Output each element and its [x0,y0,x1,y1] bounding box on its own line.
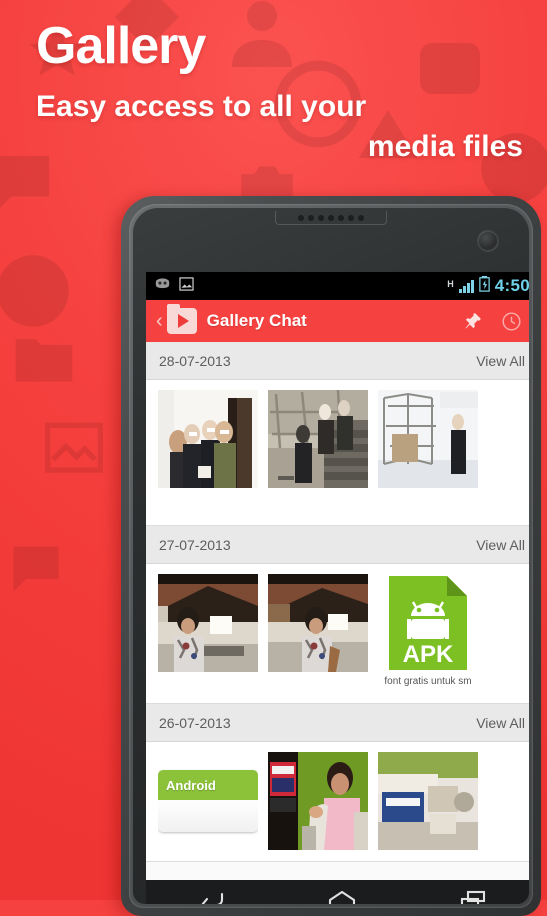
promo-subtitle-line1: Easy access to all your [36,90,367,123]
thumbnail-item[interactable]: Android [158,752,258,850]
watermark-note-icon [6,540,66,598]
thumbnail-item[interactable] [378,752,478,850]
phone-screen: H 4:50 ‹ Gallery Chat 28-07-2013 View Al… [146,272,529,880]
thumbnail-image [268,390,368,488]
watermark-image-icon [42,420,106,478]
gallery-folder-play-icon[interactable] [166,304,197,334]
date-label: 27-07-2013 [159,536,231,553]
thumbnail-image [158,574,258,672]
front-camera-icon [477,230,499,252]
thumbnail-caption: font gratis untuk sm [384,676,472,687]
thumbnail-image [378,752,478,850]
app-title: Gallery Chat [206,311,307,330]
view-all-link[interactable]: View All [476,537,525,553]
earpiece-speaker [275,211,387,225]
android-robot-icon [154,277,171,295]
android-nav-bar[interactable] [146,880,529,904]
network-type-label: H [447,278,454,289]
date-section-header: 27-07-2013 View All [146,526,529,564]
phone-bezel: H 4:50 ‹ Gallery Chat 28-07-2013 View Al… [129,204,533,908]
thumbnail-image [268,752,368,850]
status-bar-system: H 4:50 [447,275,529,297]
page-title: Gallery [36,17,206,75]
thumbnail-item[interactable] [378,390,478,488]
status-bar: H 4:50 [146,272,529,300]
date-label: 26-07-2013 [159,714,231,731]
app-action-bar: ‹ Gallery Chat [146,300,529,342]
photo-icon [179,276,194,296]
thumbnail-row[interactable] [146,380,529,526]
thumbnail-row[interactable]: Android [146,742,529,862]
watermark-square-icon [414,36,486,104]
phone-face: H 4:50 ‹ Gallery Chat 28-07-2013 View Al… [133,208,529,904]
thumbnail-item[interactable] [158,390,258,488]
thumbnail-item[interactable] [268,574,368,672]
status-bar-notifications [154,276,447,296]
thumbnail-image: Android [158,752,258,850]
watermark-folder-icon [10,330,78,388]
watermark-play-icon [0,252,72,330]
view-all-link[interactable]: View All [476,715,525,731]
apk-file-icon: APK [378,574,478,672]
back-icon[interactable] [197,889,225,904]
date-label: 28-07-2013 [159,352,231,369]
thumbnail-item[interactable] [158,574,258,672]
back-button[interactable]: ‹ [154,310,167,333]
date-section-header: 28-07-2013 View All [146,342,529,380]
phone-mockup: H 4:50 ‹ Gallery Chat 28-07-2013 View Al… [121,196,541,916]
pin-icon[interactable] [455,311,491,331]
recent-apps-icon[interactable] [459,889,487,904]
thumbnail-item[interactable] [268,390,368,488]
android-card-label: Android [158,770,258,800]
thumbnail-image [158,390,258,488]
view-all-link[interactable]: View All [476,353,525,369]
signal-strength-icon [458,279,474,293]
clock-label: 4:50 [494,276,529,295]
watermark-chat-icon [0,150,56,214]
thumbnail-item-apk[interactable]: APK font gratis untuk sm [378,574,478,687]
thumbnail-row[interactable]: APK font gratis untuk sm [146,564,529,704]
date-section-header: 26-07-2013 View All [146,704,529,742]
clock-icon[interactable] [493,311,529,332]
thumbnail-image [378,390,478,488]
svg-text:APK: APK [403,641,454,668]
android-app-card: Android [158,770,258,832]
promo-subtitle-line2: media files [367,130,523,163]
battery-charging-icon [479,275,490,297]
thumbnail-item[interactable] [268,752,368,850]
thumbnail-image [268,574,368,672]
gallery-list[interactable]: 28-07-2013 View All 27-07-2013 View All … [146,342,529,880]
home-icon[interactable] [327,889,357,904]
